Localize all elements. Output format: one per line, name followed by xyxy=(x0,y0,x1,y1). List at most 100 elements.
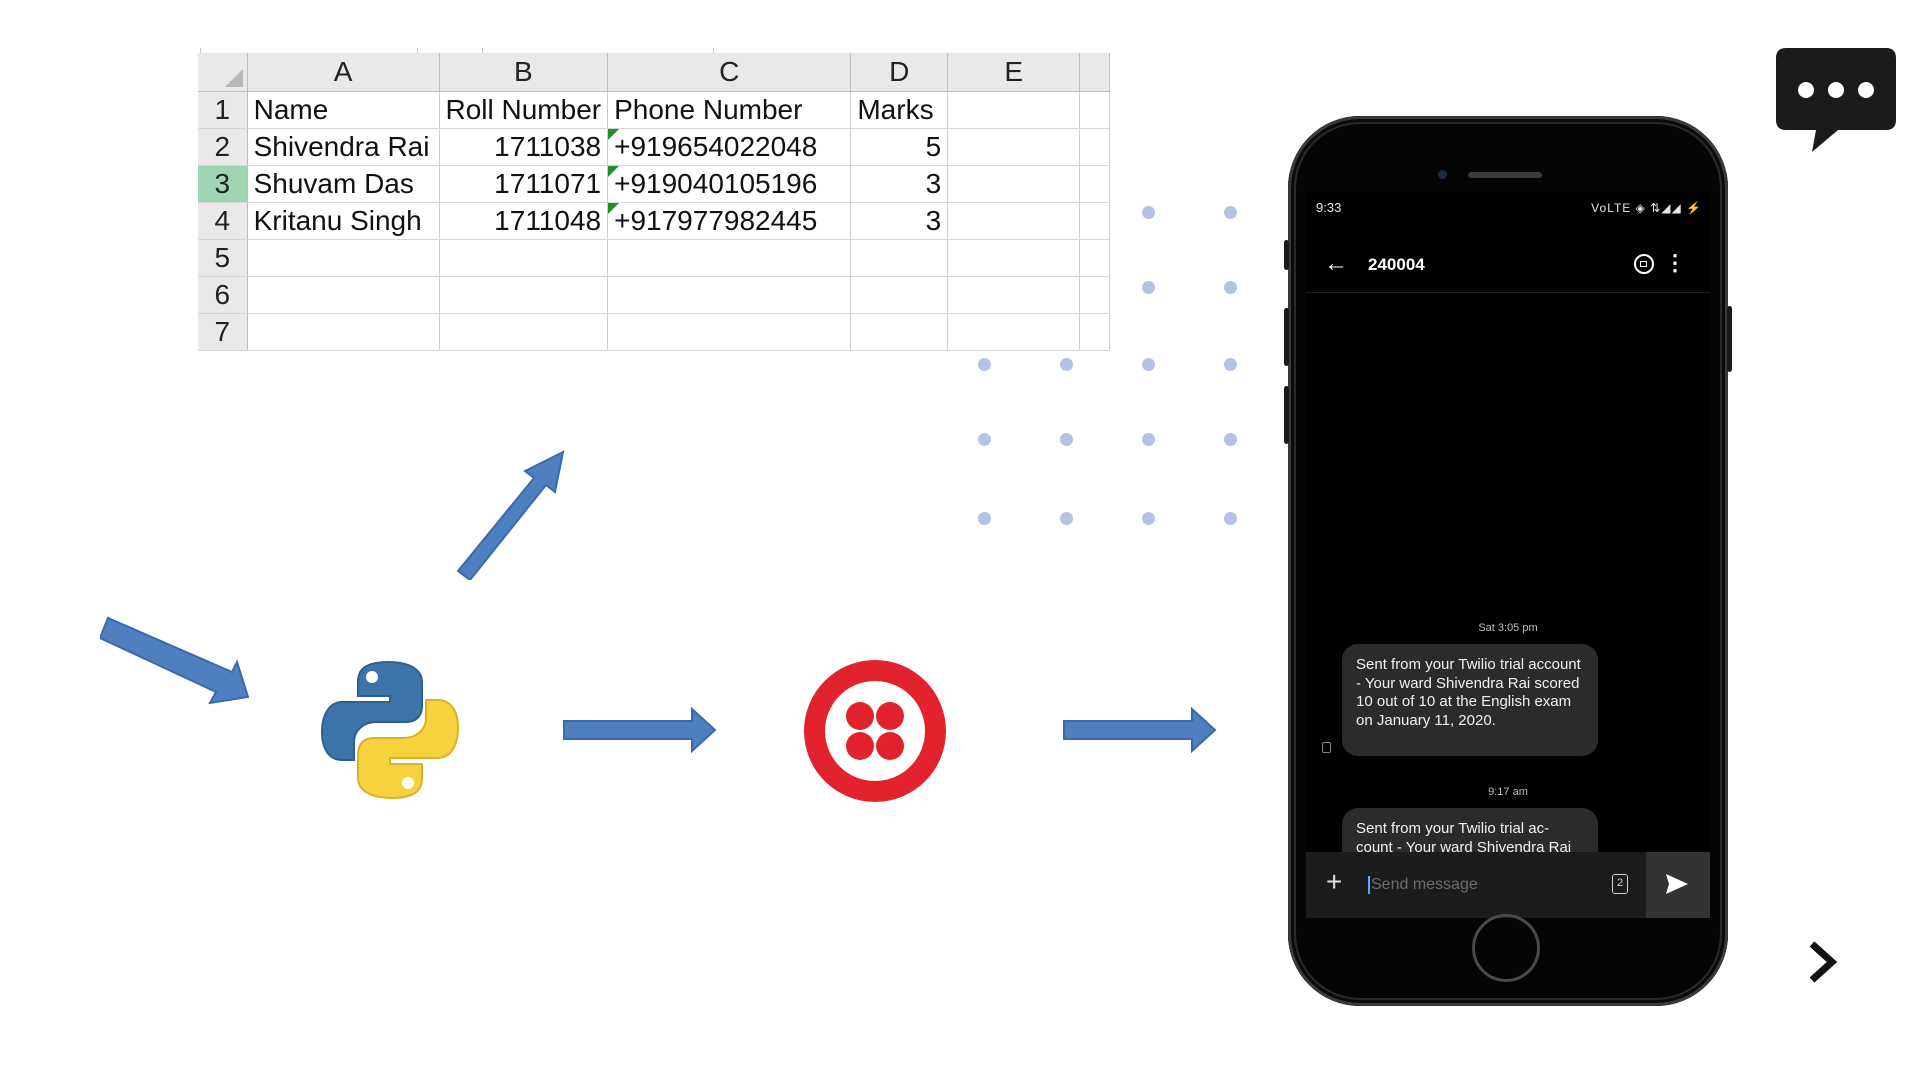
dot xyxy=(978,358,991,371)
cell-f4[interactable] xyxy=(1079,202,1110,240)
text-number-flag-icon xyxy=(608,203,620,214)
cell-c2[interactable]: +919654022048 xyxy=(607,128,852,166)
cell-d2[interactable]: 5 xyxy=(850,128,949,166)
cell-b3[interactable]: 1711071 xyxy=(439,165,609,203)
cell-d5[interactable] xyxy=(850,239,949,277)
cell-c6[interactable] xyxy=(607,276,852,314)
select-all-corner[interactable] xyxy=(198,53,248,92)
cell-f6[interactable] xyxy=(1079,276,1110,314)
cell-e7[interactable] xyxy=(947,313,1081,351)
row-header-5[interactable]: 5 xyxy=(198,239,248,277)
cell-f2[interactable] xyxy=(1079,128,1110,166)
cell-a6[interactable] xyxy=(247,276,440,314)
cell-b2[interactable]: 1711038 xyxy=(439,128,609,166)
row-header-2[interactable]: 2 xyxy=(198,128,248,166)
cell-a1[interactable]: Name xyxy=(247,91,440,129)
chevron-right-icon[interactable] xyxy=(1806,940,1840,984)
cell-a5[interactable] xyxy=(247,239,440,277)
cell-b7[interactable] xyxy=(439,313,609,351)
dot xyxy=(1224,433,1237,446)
send-button[interactable] xyxy=(1646,852,1710,918)
volume-down-button xyxy=(1284,386,1289,444)
cell-f7[interactable] xyxy=(1079,313,1110,351)
column-header-e[interactable]: E xyxy=(947,53,1081,92)
table-row: 6 xyxy=(198,276,1110,314)
column-header-a[interactable]: A xyxy=(247,53,440,92)
spreadsheet: A B C D E 1 Name Roll Number Phone Numbe… xyxy=(198,48,1110,360)
cell-c4-value: +917977982445 xyxy=(614,205,818,236)
cell-b5[interactable] xyxy=(439,239,609,277)
cell-d3[interactable]: 3 xyxy=(850,165,949,203)
cell-c7[interactable] xyxy=(607,313,852,351)
dot xyxy=(978,512,991,525)
earpiece xyxy=(1468,172,1542,178)
table-row: 2 Shivendra Rai 1711038 +919654022048 5 xyxy=(198,128,1110,166)
cell-e5[interactable] xyxy=(947,239,1081,277)
sim-select-icon[interactable]: 2 xyxy=(1612,874,1628,894)
twilio-logo-icon xyxy=(804,660,946,802)
more-options-icon[interactable]: ⋮ xyxy=(1664,252,1686,274)
cell-e6[interactable] xyxy=(947,276,1081,314)
cell-d7[interactable] xyxy=(850,313,949,351)
message-bubble[interactable]: Sent from your Twilio trial account - Yo… xyxy=(1342,644,1598,756)
cell-c5[interactable] xyxy=(607,239,852,277)
cell-f3[interactable] xyxy=(1079,165,1110,203)
dot xyxy=(1224,206,1237,219)
cell-d4[interactable]: 3 xyxy=(850,202,949,240)
cell-c3-value: +919040105196 xyxy=(614,168,818,199)
table-row: 4 Kritanu Singh 1711048 +917977982445 3 xyxy=(198,202,1110,240)
cell-b1[interactable]: Roll Number xyxy=(439,91,609,129)
message-timestamp: 9:17 am xyxy=(1488,786,1528,798)
row-header-4[interactable]: 4 xyxy=(198,202,248,240)
power-button xyxy=(1727,306,1732,372)
dot xyxy=(1142,281,1155,294)
message-input[interactable]: Send message xyxy=(1368,876,1478,894)
column-header-b[interactable]: B xyxy=(439,53,609,92)
cell-e2[interactable] xyxy=(947,128,1081,166)
home-button[interactable] xyxy=(1472,914,1540,982)
dot xyxy=(1224,512,1237,525)
cell-b4[interactable]: 1711048 xyxy=(439,202,609,240)
row-header-7[interactable]: 7 xyxy=(198,313,248,351)
cell-f5[interactable] xyxy=(1079,239,1110,277)
table-row: 7 xyxy=(198,313,1110,351)
python-logo-icon xyxy=(320,660,460,800)
cell-a4[interactable]: Kritanu Singh xyxy=(247,202,440,240)
column-header-d[interactable]: D xyxy=(850,53,949,92)
table-row: 3 Shuvam Das 1711071 +919040105196 3 xyxy=(198,165,1110,203)
status-time: 9:33 xyxy=(1316,200,1342,215)
phone-screen: 9:33 VoLTE ◈ ⇅◢◢ ⚡ ← 240004 ⋮ Sat 3:05 p… xyxy=(1306,192,1710,918)
cell-f1[interactable] xyxy=(1079,91,1110,129)
chat-bubble-icon xyxy=(1776,48,1896,152)
column-header-f[interactable] xyxy=(1079,53,1110,92)
attach-plus-icon[interactable]: + xyxy=(1326,868,1342,896)
row-header-1[interactable]: 1 xyxy=(198,91,248,129)
text-number-flag-icon xyxy=(608,166,620,177)
cell-d1[interactable]: Marks xyxy=(850,91,949,129)
cell-e1[interactable] xyxy=(947,91,1081,129)
column-header-row: A B C D E xyxy=(198,53,1110,92)
status-icons: VoLTE ◈ ⇅◢◢ ⚡ xyxy=(1591,201,1702,215)
contact-title: 240004 xyxy=(1368,255,1425,274)
sim-indicator-icon xyxy=(1322,742,1331,753)
cell-b6[interactable] xyxy=(439,276,609,314)
dot xyxy=(978,433,991,446)
cell-c1[interactable]: Phone Number xyxy=(607,91,852,129)
back-arrow-icon[interactable]: ← xyxy=(1324,252,1348,276)
arrow-to-phone xyxy=(1063,706,1217,754)
cell-c4[interactable]: +917977982445 xyxy=(607,202,852,240)
video-call-icon[interactable] xyxy=(1634,254,1654,274)
cell-a2[interactable]: Shivendra Rai xyxy=(247,128,440,166)
cell-e4[interactable] xyxy=(947,202,1081,240)
dot xyxy=(1142,433,1155,446)
cell-c3[interactable]: +919040105196 xyxy=(607,165,852,203)
cell-a7[interactable] xyxy=(247,313,440,351)
row-header-3[interactable]: 3 xyxy=(198,165,248,203)
cell-e3[interactable] xyxy=(947,165,1081,203)
cell-d6[interactable] xyxy=(850,276,949,314)
row-header-6[interactable]: 6 xyxy=(198,276,248,314)
column-header-c[interactable]: C xyxy=(607,53,852,92)
dot xyxy=(1224,358,1237,371)
cell-a3[interactable]: Shuvam Das xyxy=(247,165,440,203)
cell-c2-value: +919654022048 xyxy=(614,131,818,162)
